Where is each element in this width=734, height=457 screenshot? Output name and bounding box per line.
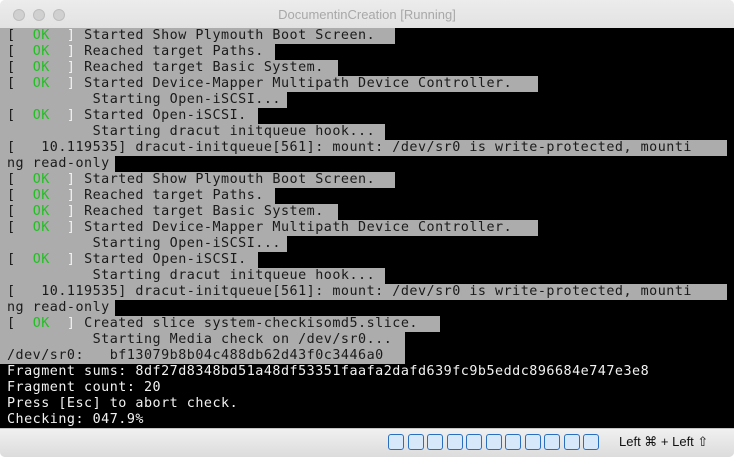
ok-status: OK [32,188,50,203]
console-line: ng read-only [0,300,734,316]
console-line: [ OK ] Started Device-Mapper Multipath D… [0,76,734,92]
cpu-icon[interactable] [544,434,560,450]
console-line: [ OK ] Reached target Basic System. [0,204,734,220]
ok-status: OK [32,220,50,235]
console-line: [ OK ] Started Show Plymouth Boot Screen… [0,28,734,44]
optical-disk-icon[interactable] [388,434,404,450]
arrow-down-icon[interactable] [583,434,599,450]
console-line: [ OK ] Reached target Paths. [0,44,734,60]
host-key-label[interactable]: Left ⌘ + Left ⇧ [619,434,708,450]
ok-status: OK [32,28,50,43]
ok-status: OK [32,172,50,187]
console-line: Starting dracut initqueue hook... [0,268,734,284]
shared-folder-icon[interactable] [485,434,502,450]
console-line: [ OK ] Reached target Basic System. [0,60,734,76]
console-line: [ OK ] Started Device-Mapper Multipath D… [0,220,734,236]
console-line: Starting dracut initqueue hook... [0,124,734,140]
console-line: Fragment count: 20 [7,380,162,395]
vm-console-screen[interactable]: [ OK ] Started Show Plymouth Boot Screen… [0,28,734,428]
console-line: Starting Open-iSCSI... [0,92,734,108]
title-bar[interactable]: DocumentinCreation [Running] [0,0,734,29]
ok-status: OK [32,204,50,219]
mouse-integration-icon[interactable] [563,434,580,450]
video-capture-icon[interactable] [524,434,541,450]
ok-status: OK [32,108,50,123]
display-icon[interactable] [505,434,521,450]
console-line: [ 10.119535] dracut-initqueue[561]: moun… [0,140,734,156]
virtualbox-window: DocumentinCreation [Running] [ OK ] Star… [0,0,734,457]
console-line: Press [Esc] to abort check. [7,396,239,411]
audio-icon[interactable] [407,434,424,450]
network-icon[interactable] [427,434,443,450]
status-bar: Left ⌘ + Left ⇧ [0,428,734,457]
console-line: [ OK ] Reached target Paths. [0,188,734,204]
ok-status: OK [32,252,50,267]
ok-status: OK [32,316,50,331]
console-line: [ OK ] Created slice system-checkisomd5.… [0,316,734,332]
console-line: /dev/sr0: bf13079b8b04c488db62d43f0c3446… [0,348,734,364]
console-line: Starting Open-iSCSI... [0,236,734,252]
console-line: [ OK ] Started Open-iSCSI. [0,108,734,124]
ok-status: OK [32,60,50,75]
pencil-icon[interactable] [466,434,482,450]
console-line: ng read-only [0,156,734,172]
console-line: [ 10.119535] dracut-initqueue[561]: moun… [0,284,734,300]
console-line: [ OK ] Started Open-iSCSI. [0,252,734,268]
ok-status: OK [32,44,50,59]
console-line: Fragment sums: 8df27d8348bd51a48df53351f… [7,364,650,379]
ok-status: OK [32,76,50,91]
console-line: [ OK ] Started Show Plymouth Boot Screen… [0,172,734,188]
console-line: Checking: 047.9% [7,412,144,427]
window-title: DocumentinCreation [Running] [278,7,456,22]
console-line: Starting Media check on /dev/sr0... [0,332,734,348]
usb-icon[interactable] [446,434,463,450]
